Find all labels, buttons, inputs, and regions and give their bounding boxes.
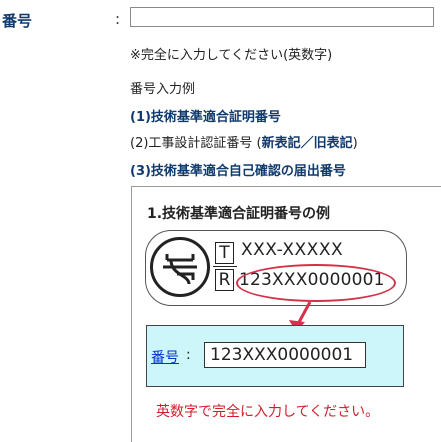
number-label: 番号 [2,12,33,30]
example-title: 番号入力例 [130,82,196,97]
example-number-link[interactable]: 番号 [151,347,179,367]
example-number-colon: : [186,347,191,363]
giteki-mark-svg [163,254,197,285]
example-option-3[interactable]: (3)技術基準適合自己確認の届出番号 [130,160,346,179]
t-letter-box: T [215,242,234,264]
option-2-suffix: ) [352,136,358,151]
letter-divider [213,266,237,267]
panel-title: 1.技術基準適合証明番号の例 [147,206,331,222]
example-option-2[interactable]: (2)工事設計認証番号 (新表記／旧表記) [130,132,358,151]
option-2-bold[interactable]: 新表記／旧表記 [262,136,353,151]
giteki-mark-icon [150,237,210,297]
option-2-prefix: (2)工事設計認証番号 ( [130,136,262,151]
t-code: XXX-XXXXX [241,240,344,260]
highlight-oval [236,264,396,302]
example-option-1[interactable]: (1)技術基準適合証明番号 [130,106,281,125]
label-colon: : [115,10,121,28]
number-input[interactable] [130,7,434,27]
input-note: ※完全に入力してください(英数字) [130,48,333,63]
r-letter-box: R [215,269,234,291]
warning-text: 英数字で完全に入力してください。 [156,404,380,420]
example-number-field: 123XXX0000001 [204,342,366,368]
